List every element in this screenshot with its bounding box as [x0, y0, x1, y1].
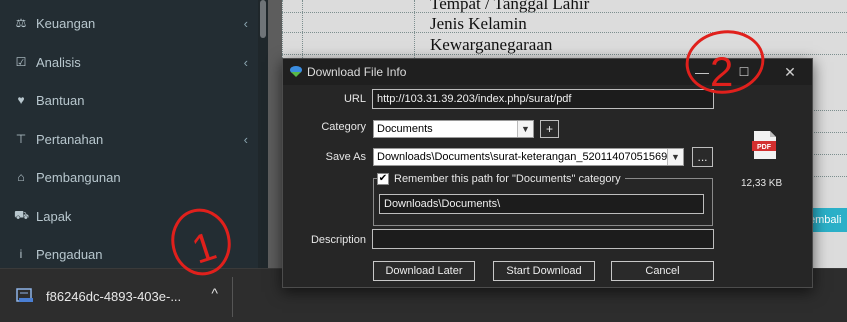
- file-size: 12,33 KB: [741, 178, 783, 189]
- pdf-file-icon: PDF: [752, 131, 776, 159]
- save-as-label: Save As: [325, 151, 366, 163]
- browse-button[interactable]: ...: [692, 147, 713, 167]
- chevron-up-icon[interactable]: ^: [211, 285, 218, 301]
- remember-path-checkbox-row[interactable]: ✔ Remember this path for "Documents" cat…: [377, 173, 625, 185]
- download-file-info-dialog: Download File Info — ☐ ✕ URL http://103.…: [282, 58, 813, 288]
- document-file-icon: [16, 288, 33, 302]
- sidebar-item-label: Pembangunan: [36, 169, 121, 185]
- document-text-line: Jenis Kelamin: [430, 14, 527, 33]
- sidebar: ⚖ Keuangan ‹ ☑ Analisis ‹ ♥ Bantuan ⊤ Pe…: [0, 0, 268, 268]
- scrollbar-thumb[interactable]: [260, 0, 266, 38]
- dialog-title: Download File Info: [307, 65, 407, 79]
- download-later-button[interactable]: Download Later: [373, 261, 475, 281]
- chevron-left-icon: ‹: [243, 54, 248, 70]
- document-text-line: Kewarganegaraan: [430, 35, 553, 54]
- sidebar-item-label: Lapak: [36, 208, 72, 224]
- download-separator: [232, 277, 233, 317]
- chevron-down-icon: ▼: [667, 149, 683, 165]
- chevron-left-icon: ‹: [243, 131, 248, 147]
- sidebar-item-analisis[interactable]: ☑ Analisis ‹: [0, 43, 258, 81]
- close-button[interactable]: ✕: [775, 61, 805, 83]
- pdf-icon-label: PDF: [757, 144, 772, 151]
- sidebar-item-label: Keuangan: [36, 15, 96, 31]
- cancel-button[interactable]: Cancel: [611, 261, 714, 281]
- download-item[interactable]: f86246dc-4893-403e-... ^: [0, 269, 232, 322]
- sidebar-item-label: Bantuan: [36, 92, 85, 108]
- save-as-select[interactable]: Downloads\Documents\surat-keterangan_520…: [373, 148, 684, 166]
- download-filename: f86246dc-4893-403e-...: [46, 288, 182, 304]
- remember-path-checkbox[interactable]: ✔: [377, 173, 389, 185]
- url-label: URL: [343, 93, 366, 105]
- sidebar-item-pertanahan[interactable]: ⊤ Pertanahan ‹: [0, 120, 258, 158]
- category-select[interactable]: Documents ▼: [373, 120, 534, 138]
- description-field[interactable]: [372, 229, 714, 249]
- balance-scale-icon: ⚖: [15, 16, 27, 30]
- sidebar-item-label: Pertanahan: [36, 131, 104, 147]
- chevron-down-icon: ▼: [517, 121, 533, 137]
- maximize-button[interactable]: ☐: [729, 61, 759, 83]
- check-square-icon: ☑: [15, 55, 27, 69]
- start-download-button[interactable]: Start Download: [493, 261, 595, 281]
- sidebar-item-pembangunan[interactable]: ⌂ Pembangunan: [0, 158, 258, 196]
- sidebar-item-label: Pengaduan: [36, 246, 103, 262]
- heart-icon: ♥: [17, 93, 25, 107]
- category-value: Documents: [377, 123, 433, 135]
- sidebar-scrollbar[interactable]: [258, 0, 268, 268]
- chevron-left-icon: ‹: [243, 15, 248, 31]
- sidebar-item-keuangan[interactable]: ⚖ Keuangan ‹: [0, 4, 258, 42]
- info-icon: i: [19, 247, 23, 261]
- table-row-divider: [282, 54, 847, 55]
- dialog-titlebar[interactable]: Download File Info — ☐ ✕: [283, 59, 812, 85]
- sidebar-item-bantuan[interactable]: ♥ Bantuan: [0, 81, 258, 119]
- add-category-button[interactable]: +: [540, 120, 559, 138]
- url-field[interactable]: http://103.31.39.203/index.php/surat/pdf: [372, 89, 714, 109]
- minimize-button[interactable]: —: [687, 61, 717, 83]
- sidebar-item-lapak[interactable]: ⛟ Lapak: [0, 197, 258, 235]
- category-label: Category: [321, 121, 366, 133]
- table-row-divider: [282, 32, 847, 33]
- save-as-value: Downloads\Documents\surat-keterangan_520…: [377, 151, 684, 163]
- signpost-icon: ⊤: [15, 132, 27, 146]
- building-icon: ⌂: [17, 170, 25, 184]
- remember-path-label: Remember this path for "Documents" categ…: [394, 173, 621, 185]
- remember-path-field[interactable]: Downloads\Documents\: [379, 194, 704, 214]
- description-label: Description: [310, 234, 366, 246]
- idm-logo-icon: [290, 66, 302, 77]
- table-row-divider: [282, 12, 847, 13]
- sidebar-item-label: Analisis: [36, 54, 81, 70]
- cart-icon: ⛟: [14, 208, 30, 222]
